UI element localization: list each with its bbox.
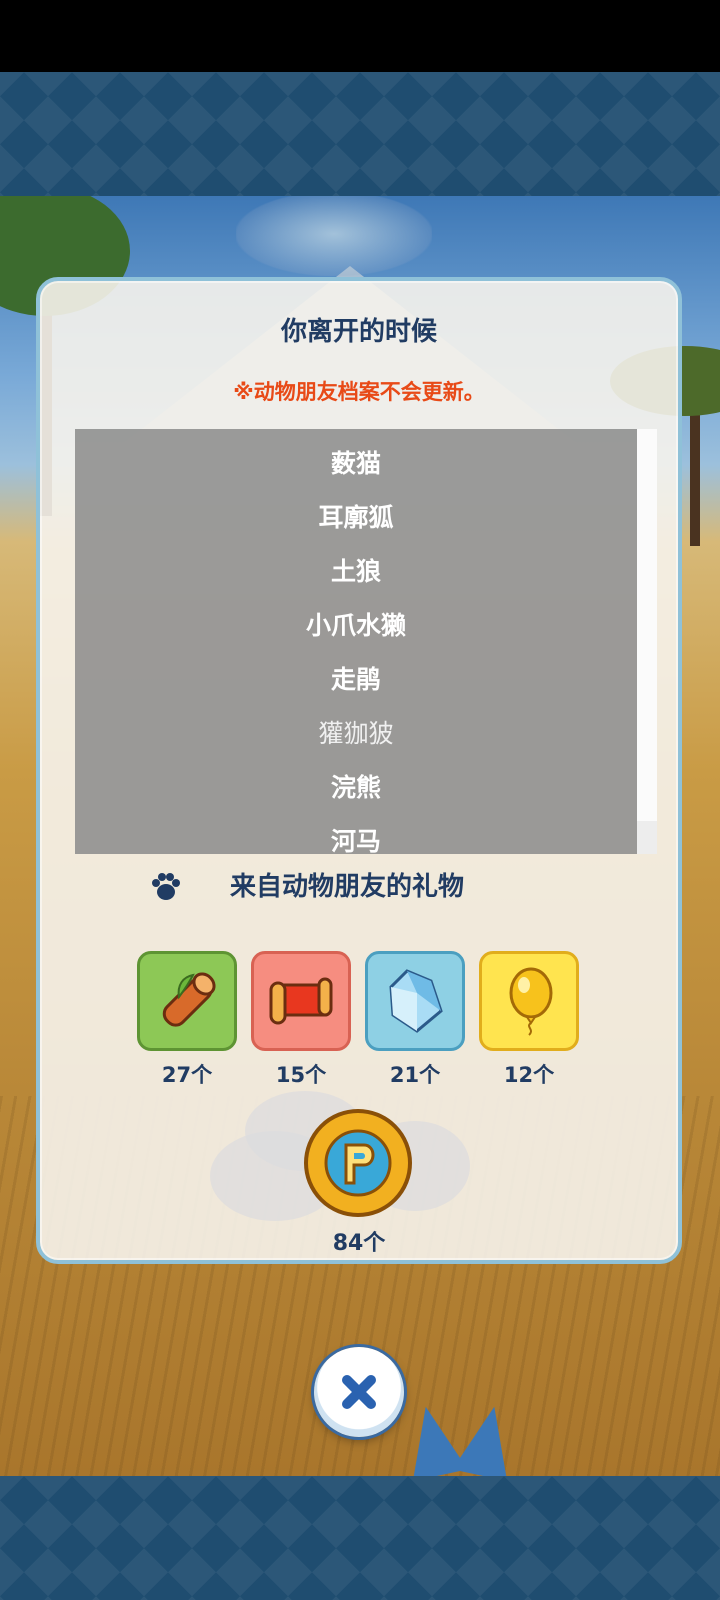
close-button[interactable] [314, 1347, 404, 1437]
list-item: 土狼 [330, 557, 381, 586]
list-item: 浣熊 [330, 773, 381, 802]
gifts-title: 来自动物朋友的礼物 [230, 872, 465, 902]
gift-tile [251, 951, 351, 1051]
status-bar [0, 0, 720, 72]
list-item: 耳廓狐 [318, 503, 394, 532]
away-report-dialog: 你离开的时候 ※动物朋友档案不会更新。 薮猫 耳廓狐 土狼 小爪水獭 走鹃 獾㹢… [36, 277, 682, 1264]
top-pattern-band [0, 72, 720, 196]
gift-balloon[interactable]: 12个 [479, 951, 579, 1089]
list-item: 河马 [330, 827, 381, 854]
gift-tile [137, 951, 237, 1051]
gift-log[interactable]: 27个 [137, 951, 237, 1089]
list-item: 獾㹢狓 [318, 719, 394, 748]
notice-text: ※动物朋友档案不会更新。 [233, 380, 485, 404]
close-icon [342, 1375, 376, 1409]
crystal-icon [389, 969, 443, 1033]
coin-count: 84个 [332, 1231, 386, 1256]
list-item: 薮猫 [330, 449, 381, 478]
lucky-beast-ears [405, 1386, 515, 1476]
list-item: 走鹃 [330, 665, 381, 694]
gifts-header: 来自动物朋友的礼物 [150, 867, 580, 907]
friend-list[interactable]: 薮猫 耳廓狐 土狼 小爪水獭 走鹃 獾㹢狓 浣熊 河马 [75, 429, 637, 854]
gift-count: 27个 [161, 1063, 213, 1087]
balloon-icon [509, 967, 553, 1036]
gift-tile [479, 951, 579, 1051]
gift-count: 21个 [389, 1063, 441, 1087]
list-item: 小爪水獭 [305, 611, 406, 640]
gift-count: 15个 [275, 1063, 327, 1087]
tree-trunk-right [690, 396, 700, 546]
pavilion-coin[interactable] [302, 1107, 414, 1219]
scroll-banner-icon [269, 977, 333, 1025]
log-icon [162, 972, 216, 1027]
list-scrollbar[interactable] [637, 429, 657, 854]
gift-scroll[interactable]: 15个 [251, 951, 351, 1089]
gift-count: 12个 [503, 1063, 555, 1087]
pavilion-coin-icon [304, 1109, 412, 1217]
gift-crystal[interactable]: 21个 [365, 951, 465, 1089]
dialog-title: 你离开的时候 [280, 317, 437, 347]
sandstar-cubes [236, 196, 432, 276]
paw-icon [152, 873, 180, 900]
bottom-pattern-band [0, 1476, 720, 1600]
scroll-thumb[interactable] [637, 429, 657, 821]
gift-tile [365, 951, 465, 1051]
